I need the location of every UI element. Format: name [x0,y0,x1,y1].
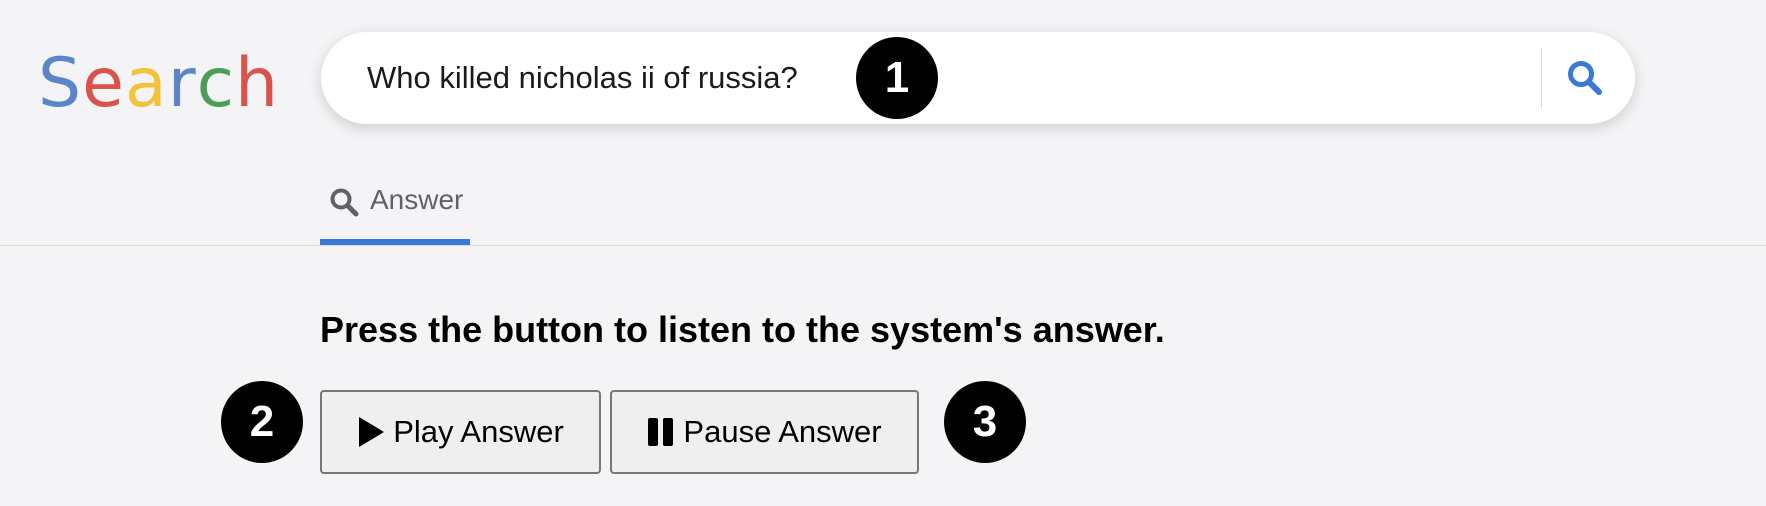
logo-letter: S [38,44,83,123]
logo-letter: a [125,44,168,123]
play-answer-label: Play Answer [393,414,564,449]
logo-letter: c [196,44,236,123]
play-icon [357,416,385,448]
divider [0,245,1766,246]
logo: Search [38,42,279,126]
pause-icon [647,417,675,447]
annotation-badge-1: 1 [856,37,938,119]
logo-letter: r [167,44,197,123]
pause-answer-label: Pause Answer [683,414,882,449]
logo-letter: h [235,44,280,123]
play-answer-button[interactable]: Play Answer [320,390,601,474]
search-icon [330,188,359,217]
annotation-badge-2: 2 [221,381,303,463]
pause-answer-button[interactable]: Pause Answer [610,390,919,474]
logo-letter: e [82,44,126,123]
search-button[interactable] [1557,50,1613,106]
search-input[interactable] [367,32,1517,124]
annotation-badge-3: 3 [944,381,1026,463]
search-bar [321,32,1635,124]
search-icon [1568,61,1602,95]
tab-answer[interactable]: Answer [320,172,470,244]
tab-answer-label: Answer [370,184,464,215]
instruction-text: Press the button to listen to the system… [320,309,1165,350]
search-divider [1541,48,1542,108]
